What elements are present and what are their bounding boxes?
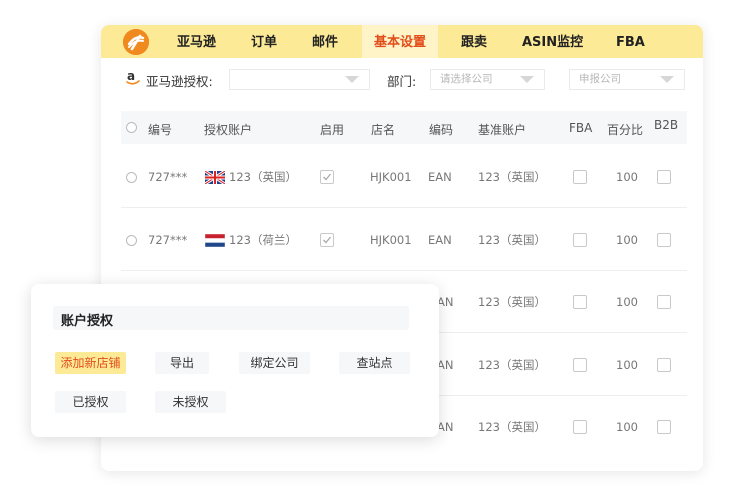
- row-account: 123（英国）: [229, 170, 297, 184]
- fba-checkbox[interactable]: [573, 295, 587, 309]
- filter-bar: a 亚马逊授权: 部门: 请选择公司 申报公司: [101, 67, 703, 93]
- b2b-checkbox[interactable]: [657, 420, 671, 434]
- tab-orders[interactable]: 订单: [251, 25, 277, 58]
- row-percent: 100: [616, 295, 638, 309]
- tab-fba[interactable]: FBA: [616, 25, 645, 58]
- row-base-account: 123（英国）: [478, 358, 546, 372]
- export-button[interactable]: 导出: [155, 352, 209, 374]
- table-row: 727*** 123（英国） HJK001 EAN 123（英国） 100: [121, 146, 687, 208]
- row-base-account: 123（英国）: [478, 170, 546, 184]
- row-code: EAN: [428, 170, 452, 184]
- row-percent: 100: [616, 233, 638, 247]
- bind-company-button[interactable]: 绑定公司: [239, 352, 310, 374]
- department-label: 部门:: [387, 74, 417, 89]
- row-account: 123（荷兰）: [229, 233, 297, 247]
- popup-title: 账户授权: [61, 314, 114, 329]
- column-header: 编码: [429, 123, 454, 137]
- add-store-button[interactable]: 添加新店铺: [55, 352, 126, 374]
- chevron-down-icon: [345, 76, 359, 83]
- svg-text:a: a: [127, 69, 135, 83]
- column-header: 基准账户: [478, 123, 527, 137]
- top-nav: 亚马逊 订单 邮件 基本设置 跟卖 ASIN监控 FBA: [101, 25, 703, 58]
- row-shop: HJK001: [370, 233, 412, 247]
- column-header: 店名: [371, 123, 396, 137]
- netherlands-flag-icon: [205, 234, 225, 247]
- chevron-down-icon: [520, 76, 534, 83]
- row-code: AN: [437, 295, 454, 309]
- b2b-checkbox[interactable]: [657, 170, 671, 184]
- check-site-button[interactable]: 查站点: [339, 352, 410, 374]
- table-header: 编号 授权账户 启用 店名 编码 基准账户 FBA 百分比 B2B: [121, 111, 687, 144]
- tab-basic-settings[interactable]: 基本设置: [362, 25, 439, 58]
- tab-follow-sell[interactable]: 跟卖: [461, 25, 487, 58]
- fba-checkbox[interactable]: [573, 420, 587, 434]
- row-percent: 100: [616, 170, 638, 184]
- popup-header: 账户授权: [53, 306, 409, 330]
- amazon-auth-select[interactable]: [229, 69, 370, 90]
- row-code: AN: [437, 358, 454, 372]
- row-percent: 100: [616, 420, 638, 434]
- tab-amazon[interactable]: 亚马逊: [177, 25, 216, 58]
- row-code: EAN: [428, 233, 452, 247]
- chevron-down-icon: [660, 76, 674, 83]
- row-base-account: 123（英国）: [478, 295, 546, 309]
- fba-checkbox[interactable]: [573, 233, 587, 247]
- company-select[interactable]: 请选择公司: [430, 69, 545, 90]
- report-company-select[interactable]: 申报公司: [569, 69, 685, 90]
- report-company-placeholder: 申报公司: [579, 73, 621, 85]
- uk-flag-icon: [205, 171, 225, 184]
- table-row: 727*** 123（荷兰） HJK001 EAN 123（英国） 100: [121, 209, 687, 271]
- column-header: FBA: [569, 121, 593, 135]
- brand-logo-icon: [123, 29, 149, 55]
- column-header: 启用: [320, 123, 345, 137]
- account-auth-popup: 账户授权 添加新店铺 导出 绑定公司 查站点 已授权 未授权: [31, 284, 439, 437]
- tab-asin-monitor[interactable]: ASIN监控: [522, 25, 583, 58]
- row-id: 727***: [148, 170, 188, 184]
- row-base-account: 123（英国）: [478, 233, 546, 247]
- amazon-auth-label: 亚马逊授权:: [146, 74, 213, 89]
- column-header: 编号: [148, 123, 173, 137]
- column-header: 授权账户: [204, 123, 253, 137]
- enabled-checkbox[interactable]: [320, 233, 334, 247]
- row-base-account: 123（英国）: [478, 420, 546, 434]
- column-header: B2B: [654, 118, 679, 132]
- b2b-checkbox[interactable]: [657, 358, 671, 372]
- row-id: 727***: [148, 233, 188, 247]
- row-code: AN: [437, 420, 454, 434]
- fba-checkbox[interactable]: [573, 358, 587, 372]
- authorized-button[interactable]: 已授权: [55, 391, 126, 413]
- column-header: 百分比: [607, 123, 644, 137]
- row-percent: 100: [616, 358, 638, 372]
- b2b-checkbox[interactable]: [657, 233, 671, 247]
- fba-checkbox[interactable]: [573, 170, 587, 184]
- row-shop: HJK001: [370, 170, 412, 184]
- enabled-checkbox[interactable]: [320, 170, 334, 184]
- b2b-checkbox[interactable]: [657, 295, 671, 309]
- company-placeholder: 请选择公司: [440, 73, 493, 85]
- row-select-radio[interactable]: [126, 235, 137, 246]
- tab-mail[interactable]: 邮件: [312, 25, 338, 58]
- unauthorized-button[interactable]: 未授权: [155, 391, 226, 413]
- select-all-radio[interactable]: [126, 122, 137, 133]
- row-select-radio[interactable]: [126, 172, 137, 183]
- amazon-icon: a: [126, 69, 140, 87]
